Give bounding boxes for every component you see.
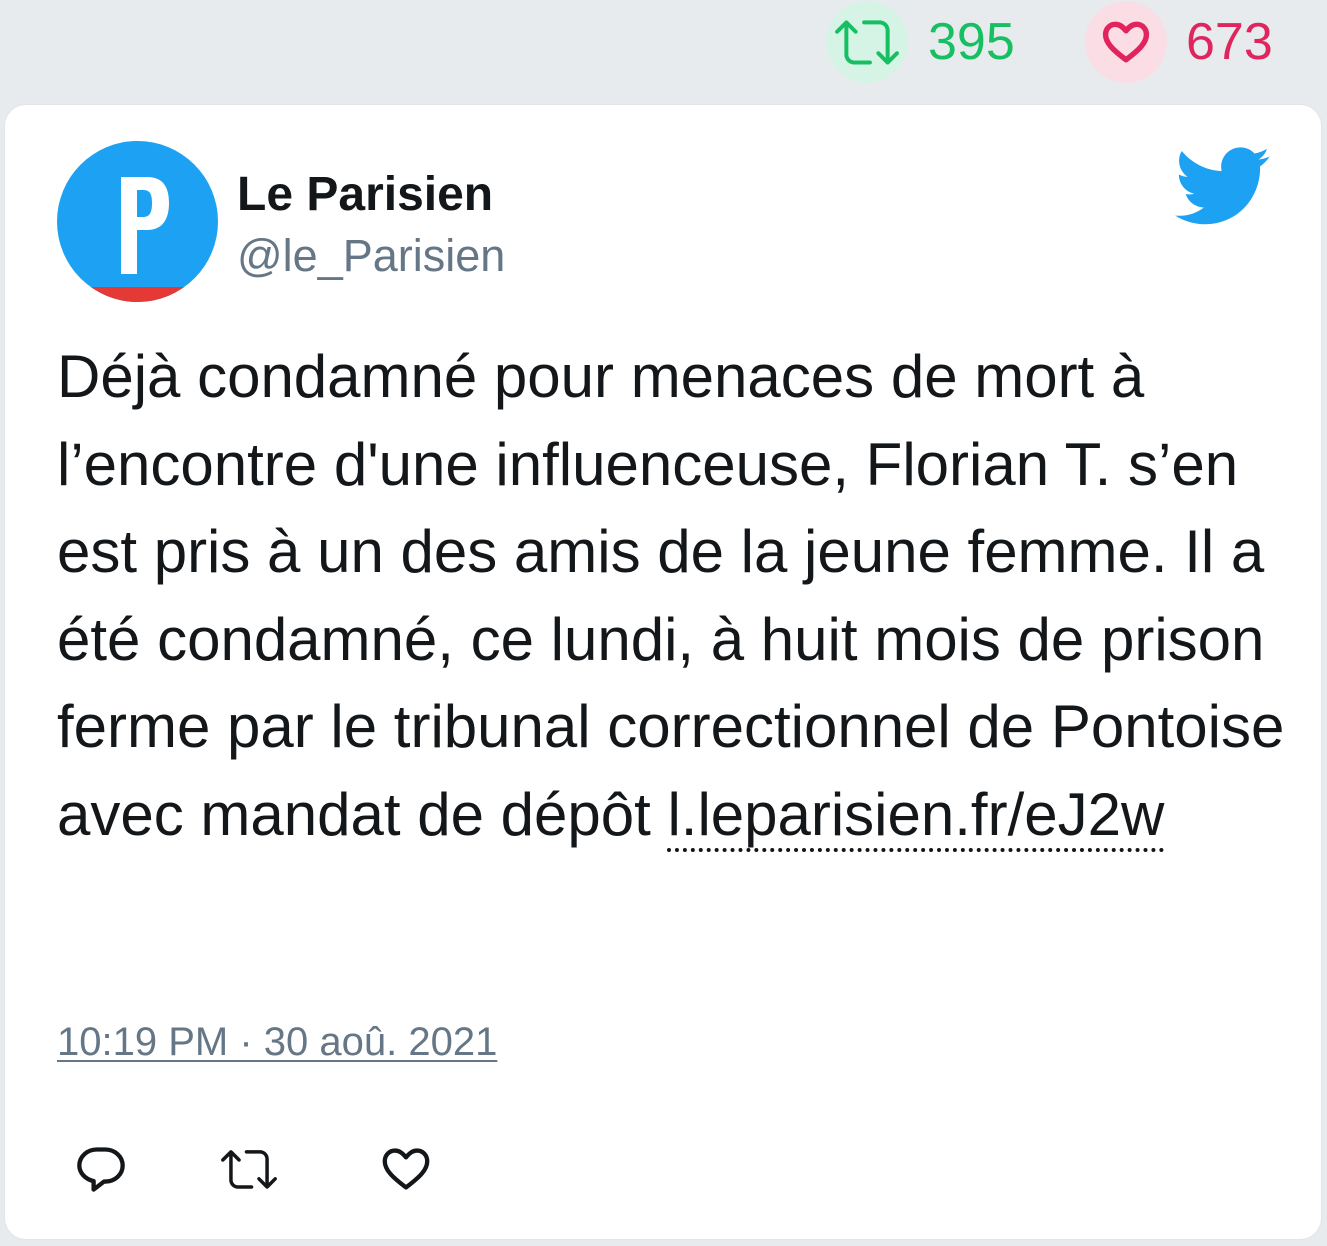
author-handle[interactable]: @le_Parisien [237, 229, 505, 283]
tweet-link[interactable]: l.leparisien.fr/eJ2w [667, 780, 1165, 852]
retweet-stat-button[interactable] [826, 1, 908, 83]
like-count: 673 [1186, 13, 1273, 71]
reply-icon [77, 1147, 125, 1192]
heart-icon [1102, 21, 1150, 63]
tweet-timestamp[interactable]: 10:19 PM · 30 aoû. 2021 [57, 1018, 497, 1066]
tweet-card: Le Parisien @le_Parisien Déjà condamné p… [4, 104, 1322, 1240]
like-button[interactable] [378, 1141, 434, 1197]
like-stat-button[interactable] [1085, 1, 1167, 83]
retweet-count: 395 [928, 13, 1015, 71]
retweet-icon [835, 20, 899, 65]
engagement-stats: 395 673 [0, 0, 1327, 100]
tweet-body: Déjà condamné pour menaces de mort à l’e… [57, 343, 1285, 848]
twitter-bird-icon[interactable] [1175, 147, 1271, 227]
author-name[interactable]: Le Parisien [237, 167, 493, 223]
like-icon [382, 1148, 430, 1190]
tweet-text: Déjà condamné pour menaces de mort à l’e… [57, 333, 1287, 858]
reply-button[interactable] [73, 1141, 129, 1197]
retweet-button[interactable] [221, 1141, 277, 1197]
le-parisien-logo [57, 141, 218, 302]
avatar[interactable] [57, 141, 218, 302]
retweet-icon [221, 1150, 277, 1189]
